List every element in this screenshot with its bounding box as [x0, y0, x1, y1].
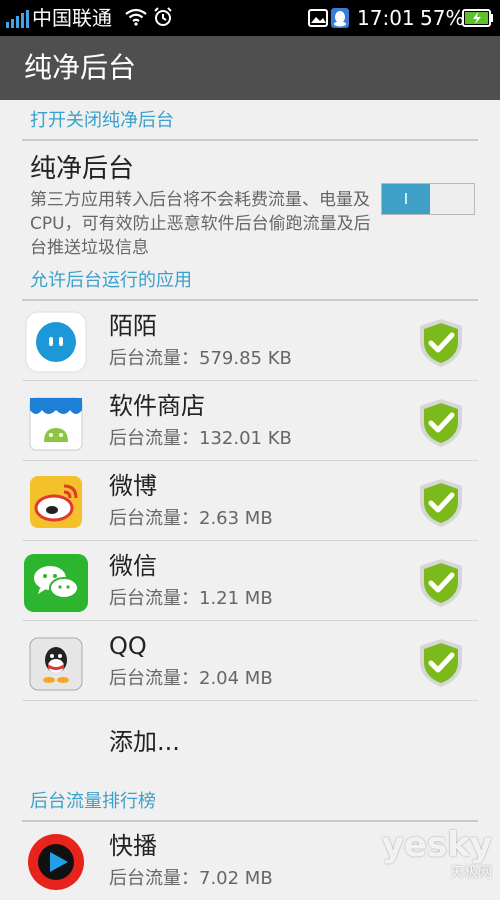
- section-header-label: 后台流量排行榜: [30, 791, 156, 812]
- qvod-icon: [28, 834, 84, 890]
- qq-icon: [29, 637, 83, 691]
- app-name: 微博: [109, 472, 157, 500]
- shield-check-icon[interactable]: [418, 478, 464, 528]
- app-name: 软件商店: [109, 392, 205, 420]
- shield-check-icon[interactable]: [418, 558, 464, 608]
- app-name: 微信: [109, 552, 157, 580]
- app-row-weibo[interactable]: 微博 后台流量：2.63 MB: [22, 460, 478, 541]
- section-header-label: 打开关闭纯净后台: [30, 110, 174, 131]
- section-header-allowed-apps: 允许后台运行的应用: [22, 263, 478, 301]
- app-traffic: 后台流量：132.01 KB: [109, 428, 292, 449]
- shield-check-icon[interactable]: [418, 398, 464, 448]
- watermark-brand: yesky: [381, 825, 492, 865]
- app-row-wechat[interactable]: 微信 后台流量：1.21 MB: [22, 540, 478, 621]
- qq-notification-icon: [331, 8, 349, 28]
- app-traffic: 后台流量：2.63 MB: [109, 508, 273, 529]
- shield-check-icon[interactable]: [418, 318, 464, 368]
- image-notification-icon: [308, 9, 328, 27]
- carrier-name: 中国联通: [32, 6, 112, 30]
- momo-icon: [25, 311, 87, 373]
- pure-background-toggle[interactable]: I: [381, 183, 475, 215]
- weibo-icon: [30, 476, 82, 528]
- signal-icon: [6, 10, 29, 28]
- app-row-momo[interactable]: 陌陌 后台流量：579.85 KB: [22, 300, 478, 381]
- app-traffic: 后台流量：2.04 MB: [109, 668, 273, 689]
- battery-charging-icon: [462, 9, 493, 27]
- app-row-qq[interactable]: QQ 后台流量：2.04 MB: [22, 620, 478, 701]
- app-store-icon: [29, 397, 83, 451]
- add-app-label: 添加...: [109, 728, 180, 756]
- title-bar: 纯净后台: [0, 36, 500, 100]
- app-name: 快播: [109, 832, 157, 860]
- section-header-ranking: 后台流量排行榜: [22, 784, 478, 822]
- app-name: QQ: [109, 632, 147, 660]
- pure-background-description: 第三方应用转入后台将不会耗费流量、电量及CPU，可有效防止恶意软件后台偷跑流量及…: [30, 190, 371, 258]
- yesky-watermark-logo: yesky 天极网: [372, 825, 492, 881]
- add-app-button[interactable]: 添加...: [22, 702, 478, 782]
- clock: 17:01: [357, 6, 415, 30]
- app-traffic: 后台流量：7.02 MB: [109, 868, 273, 889]
- app-traffic: 后台流量：579.85 KB: [109, 348, 292, 369]
- toggle-knob: I: [382, 184, 430, 214]
- wifi-icon: [125, 8, 147, 26]
- app-traffic: 后台流量：1.21 MB: [109, 588, 273, 609]
- section-header-toggle: 打开关闭纯净后台: [22, 103, 478, 141]
- watermark-sub: 天极网: [450, 865, 492, 881]
- pure-background-title: 纯净后台: [30, 154, 135, 184]
- page-title: 纯净后台: [24, 51, 137, 84]
- app-name: 陌陌: [109, 312, 157, 340]
- section-header-label: 允许后台运行的应用: [30, 270, 192, 291]
- alarm-icon: [154, 7, 172, 26]
- app-row-app-store[interactable]: 软件商店 后台流量：132.01 KB: [22, 380, 478, 461]
- wechat-icon: [24, 554, 88, 612]
- status-bar: 中国联通 17:01 57%: [0, 0, 500, 36]
- battery-percent: 57%: [420, 6, 465, 30]
- shield-check-icon[interactable]: [418, 638, 464, 688]
